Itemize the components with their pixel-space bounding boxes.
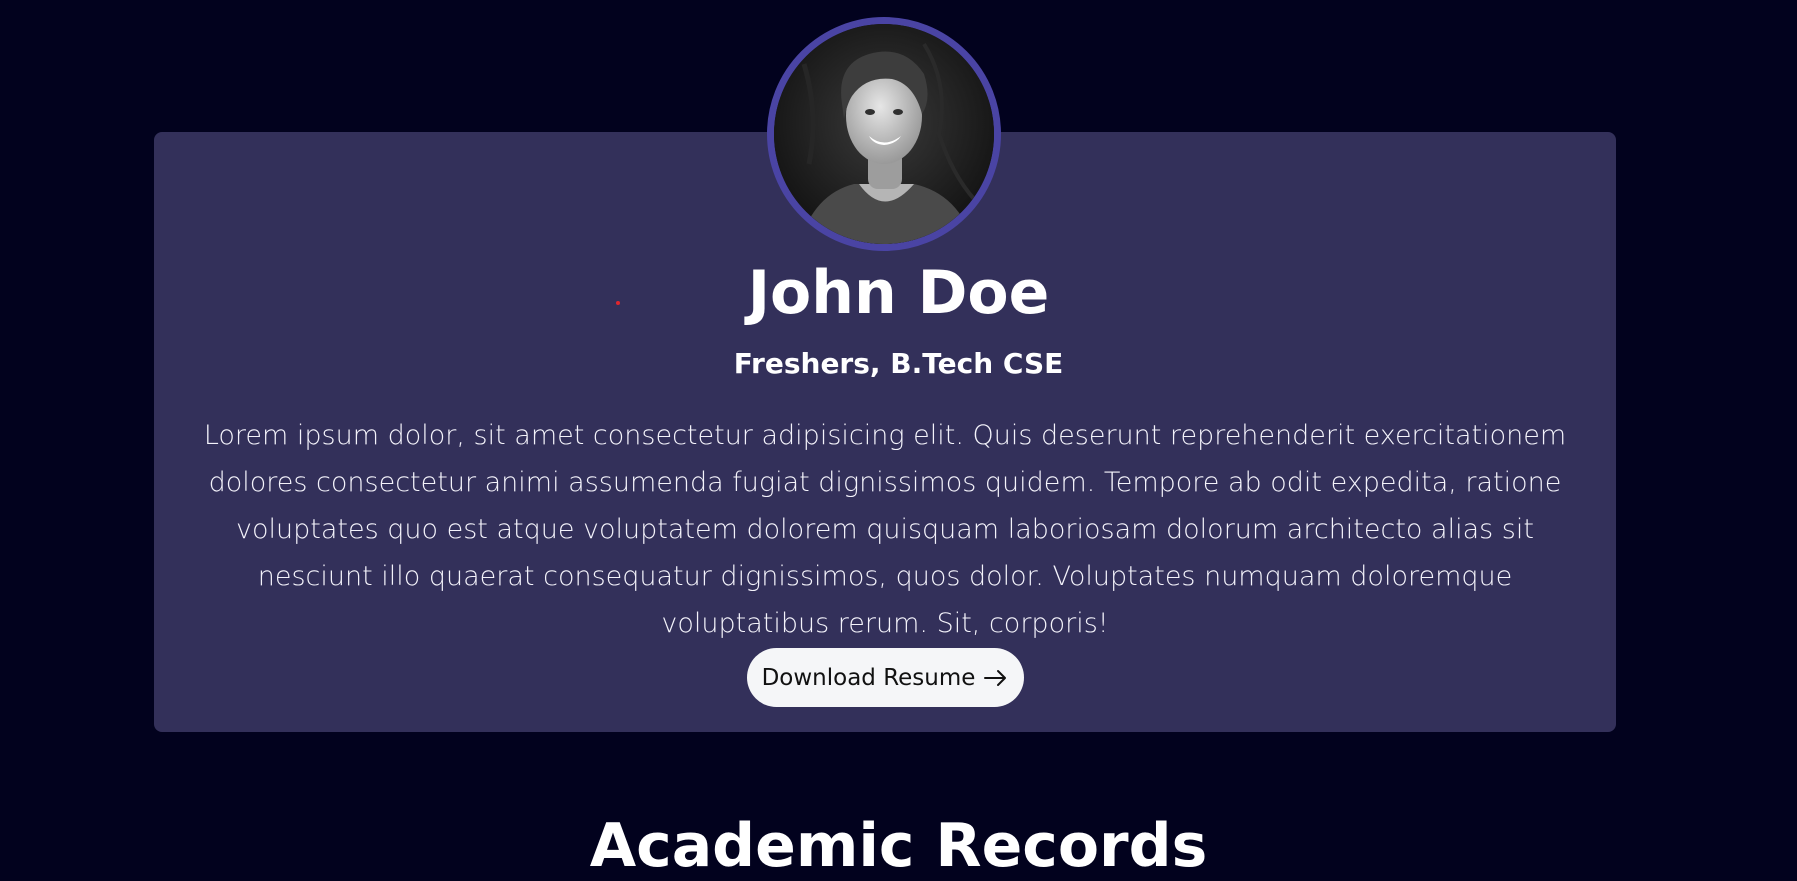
arrow-right-icon (984, 669, 1007, 686)
profile-subtitle: Freshers, B.Tech CSE (733, 347, 1064, 380)
download-resume-label: Download Resume (761, 664, 976, 691)
profile-bio: Lorem ipsum dolor, sit amet consectetur … (203, 420, 1567, 639)
profile-photo (774, 24, 994, 244)
profile-avatar (767, 17, 1001, 251)
portfolio-page: John Doe Freshers, B.Tech CSE Lorem ipsu… (0, 0, 1797, 881)
profile-name: John Doe (747, 258, 1050, 328)
academic-records-heading: Academic Records (589, 811, 1208, 881)
download-resume-button[interactable]: Download Resume (747, 648, 1024, 707)
